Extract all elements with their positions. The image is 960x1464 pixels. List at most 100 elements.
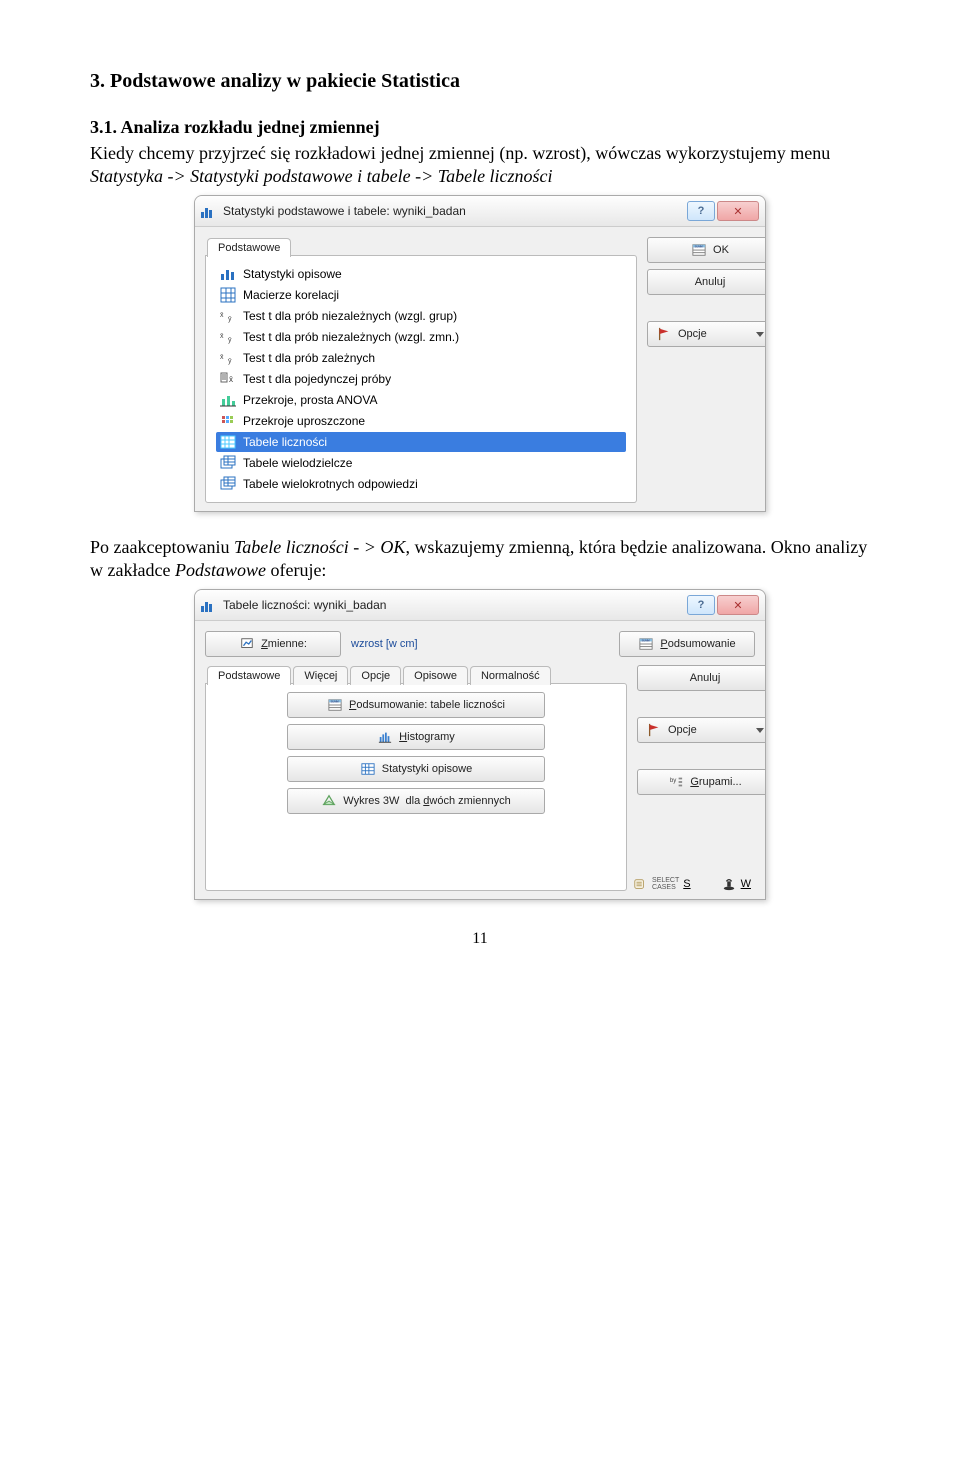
hotkey-label: S (683, 878, 690, 890)
button-label: OK (713, 244, 729, 256)
action-text: Tabele liczności - > OK (234, 537, 405, 557)
option-macierze-korelacji[interactable]: Macierze korelacji (216, 285, 626, 305)
by-group-button[interactable]: Grupami... Grupami... (637, 769, 766, 795)
descriptive-stats-button[interactable]: Statystyki opisowe (287, 756, 545, 782)
select-cases-label: SELECTCASES (652, 877, 679, 891)
summary-icon (327, 698, 343, 712)
section-heading: 3. Podstawowe analizy w pakiecie Statist… (90, 70, 870, 93)
button-label: Grupami... (690, 776, 741, 788)
variables-button[interactable]: Zmienne: (205, 631, 341, 657)
option-tabele-wielokrotnych[interactable]: Tabele wielokrotnych odpowiedzi (216, 474, 626, 494)
button-label: Podsumowanie: tabele liczności (349, 699, 505, 711)
options-button[interactable]: Opcje (647, 321, 766, 347)
tab-wiecej[interactable]: Więcej (293, 666, 348, 685)
tab-opisowe[interactable]: Opisowe (403, 666, 468, 685)
xy-icon (219, 350, 237, 366)
stats-basics-dialog: Statystyki podstawowe i tabele: wyniki_b… (194, 195, 766, 512)
single-x-icon (219, 371, 237, 387)
dialog-title: Tabele liczności: wyniki_badan (223, 598, 687, 612)
segments-icon (219, 413, 237, 429)
analysis-option-list: Statystyki opisowe Macierze korelacji Te… (216, 264, 626, 494)
dialog-title: Statystyki podstawowe i tabele: wyniki_b… (223, 204, 687, 218)
bars-icon (219, 266, 237, 282)
option-statystyki-opisowe[interactable]: Statystyki opisowe (216, 264, 626, 284)
tab-podstawowe[interactable]: Podstawowe (207, 666, 291, 685)
option-label: Statystyki opisowe (243, 267, 342, 281)
plot3d-icon (321, 794, 337, 808)
window-close-button[interactable]: ✕ (717, 595, 759, 615)
intro-paragraph-1: Kiedy chcemy przyjrzeć się rozkładowi je… (90, 142, 870, 187)
button-label: Statystyki opisowe (382, 763, 472, 775)
option-label: Tabele liczności (243, 435, 327, 449)
text-fragment: Po zaakceptowaniu (90, 537, 234, 557)
option-label: Test t dla prób zależnych (243, 351, 375, 365)
xy-icon (219, 329, 237, 345)
option-ttest-pojedynczej[interactable]: Test t dla pojedynczej próby (216, 369, 626, 389)
cancel-button[interactable]: Anuluj (647, 269, 766, 295)
anova-icon (219, 392, 237, 408)
button-label: Anuluj (695, 276, 726, 288)
scroll-icon (632, 877, 648, 891)
xy-icon (219, 308, 237, 324)
intro-paragraph-2: Po zaakceptowaniu Tabele liczności - > O… (90, 536, 870, 581)
button-label: Opcje (668, 724, 697, 736)
footer-icons: SELECTCASES S W (637, 877, 755, 891)
option-anova[interactable]: Przekroje, prosta ANOVA (216, 390, 626, 410)
text-fragment: oferuje: (266, 560, 326, 580)
weighted-button[interactable]: W (721, 877, 751, 891)
hotkey-label: W (741, 878, 751, 890)
tab-pane-podstawowe: Statystyki opisowe Macierze korelacji Te… (205, 255, 637, 503)
tabs: Podstawowe (205, 237, 637, 256)
output-icon (239, 637, 255, 651)
by-group-icon (668, 775, 684, 789)
menu-path-text: Statystyka -> Statystyki podstawowe i ta… (90, 166, 553, 186)
tab-opcje[interactable]: Opcje (350, 666, 401, 685)
option-label: Przekroje, prosta ANOVA (243, 393, 378, 407)
tab-pane-podstawowe: Podsumowanie: tabele liczności Podsumowa… (205, 683, 627, 891)
dialog-titlebar: Tabele liczności: wyniki_badan ? ✕ (195, 590, 765, 621)
option-label: Tabele wielodzielcze (243, 456, 352, 470)
chevron-down-icon (756, 332, 764, 337)
cancel-button[interactable]: Anuluj (637, 665, 766, 691)
options-button[interactable]: Opcje (637, 717, 766, 743)
tab-podstawowe[interactable]: Podstawowe (207, 238, 291, 257)
flag-icon (646, 723, 662, 737)
frequency-tables-dialog: Tabele liczności: wyniki_badan ? ✕ Zmien… (194, 589, 766, 900)
option-przekroje-uproszczone[interactable]: Przekroje uproszczone (216, 411, 626, 431)
variables-row: Zmienne: wzrost [w cm] Podsumowanie Pods… (205, 631, 755, 657)
plot3d-button[interactable]: Wykres 3W dla dwóch zmiennych Wykres 3W … (287, 788, 545, 814)
window-help-button[interactable]: ? (687, 595, 715, 615)
window-close-button[interactable]: ✕ (717, 201, 759, 221)
button-label: Anuluj (690, 672, 721, 684)
text-fragment: Kiedy chcemy przyjrzeć się rozkładowi je… (90, 143, 830, 163)
summary-freq-tables-button[interactable]: Podsumowanie: tabele liczności Podsumowa… (287, 692, 545, 718)
option-label: Przekroje uproszczone (243, 414, 365, 428)
tab-normalnosc[interactable]: Normalność (470, 666, 551, 685)
table-stack-icon (219, 455, 237, 471)
option-ttest-zaleznych[interactable]: Test t dla prób zależnych (216, 348, 626, 368)
option-label: Test t dla pojedynczej próby (243, 372, 391, 386)
option-tabele-wielodzielcze[interactable]: Tabele wielodzielcze (216, 453, 626, 473)
app-icon (201, 598, 217, 612)
option-tabele-licznosci[interactable]: Tabele liczności (216, 432, 626, 452)
flag-icon (656, 327, 672, 341)
summary-icon (638, 637, 654, 651)
window-help-button[interactable]: ? (687, 201, 715, 221)
option-ttest-grup[interactable]: Test t dla prób niezależnych (wzgl. grup… (216, 306, 626, 326)
table-icon (360, 762, 376, 776)
app-icon (201, 204, 217, 218)
weight-icon (721, 877, 737, 891)
grid-icon (219, 287, 237, 303)
button-label: Podsumowanie (660, 638, 735, 650)
ok-button[interactable]: OK (647, 237, 766, 263)
histograms-button[interactable]: Histogramy Histogramy (287, 724, 545, 750)
button-label: Histogramy (399, 731, 455, 743)
variables-value: wzrost [w cm] (349, 638, 418, 650)
summary-button[interactable]: Podsumowanie Podsumowanie (619, 631, 755, 657)
option-ttest-zmn[interactable]: Test t dla prób niezależnych (wzgl. zmn.… (216, 327, 626, 347)
option-label: Macierze korelacji (243, 288, 339, 302)
tabs: Podstawowe Więcej Opcje Opisowe Normalno… (205, 665, 627, 684)
histogram-icon (377, 730, 393, 744)
select-cases-button[interactable]: SELECTCASES S (632, 877, 691, 891)
summary-icon (691, 243, 707, 257)
